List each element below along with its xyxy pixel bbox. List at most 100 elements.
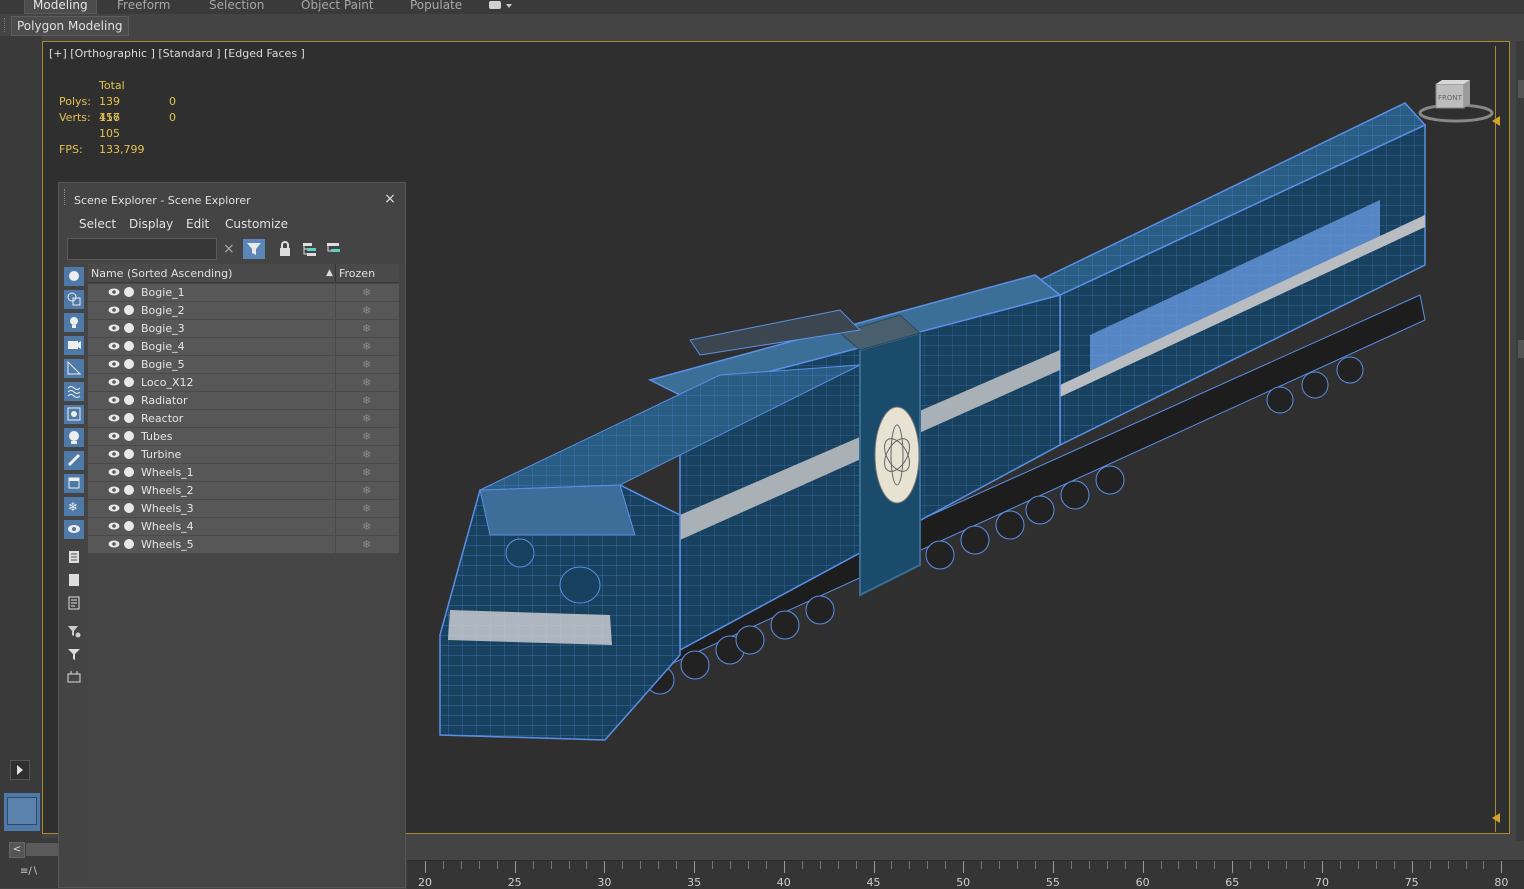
render-toggle-icon[interactable] <box>124 431 134 441</box>
right-panel-button[interactable] <box>1518 80 1524 98</box>
visibility-eye-icon[interactable] <box>108 413 120 423</box>
list-item[interactable]: Bogie_3 ❄ <box>88 320 399 338</box>
frozen-toggle-icon[interactable]: ❄ <box>362 394 371 407</box>
timeline-ruler[interactable]: 20 25 30 35 40 45 50 55 60 65 70 75 80 <box>407 860 1524 889</box>
list-item[interactable]: Turbine ❄ <box>88 446 399 464</box>
tab-populate[interactable]: Populate <box>410 0 462 13</box>
visibility-eye-icon[interactable] <box>108 341 120 351</box>
search-input[interactable] <box>67 238 217 260</box>
frozen-toggle-icon[interactable]: ❄ <box>362 520 371 533</box>
render-toggle-icon[interactable] <box>124 539 134 549</box>
list-item[interactable]: Bogie_4 ❄ <box>88 338 399 356</box>
list-item[interactable]: Wheels_2 ❄ <box>88 482 399 500</box>
frozen-toggle-icon[interactable]: ❄ <box>362 358 371 371</box>
list-item[interactable]: Loco_X12 ❄ <box>88 374 399 392</box>
menu-display[interactable]: Display <box>129 217 173 231</box>
list-item[interactable]: Bogie_5 ❄ <box>88 356 399 374</box>
tab-freeform[interactable]: Freeform <box>117 0 170 13</box>
frozen-filter-icon[interactable]: ❄ <box>64 497 84 516</box>
tab-object-paint[interactable]: Object Paint <box>301 0 374 13</box>
render-toggle-icon[interactable] <box>124 341 134 351</box>
close-icon[interactable]: × <box>383 192 397 206</box>
visibility-eye-icon[interactable] <box>108 377 120 387</box>
list-item[interactable]: Reactor ❄ <box>88 410 399 428</box>
tab-polygon-modeling[interactable]: Polygon Modeling <box>11 16 129 36</box>
render-toggle-icon[interactable] <box>124 377 134 387</box>
visibility-eye-icon[interactable] <box>108 287 120 297</box>
render-toggle-icon[interactable] <box>124 287 134 297</box>
render-toggle-icon[interactable] <box>124 413 134 423</box>
containers-filter-icon[interactable] <box>64 474 84 493</box>
render-toggle-icon[interactable] <box>124 485 134 495</box>
frozen-toggle-icon[interactable]: ❄ <box>362 286 371 299</box>
tab-modeling[interactable]: Modeling <box>24 0 97 14</box>
list-item[interactable]: Wheels_3 ❄ <box>88 500 399 518</box>
frozen-toggle-icon[interactable]: ❄ <box>362 484 371 497</box>
visibility-eye-icon[interactable] <box>108 539 120 549</box>
cameras-filter-icon[interactable] <box>64 336 84 355</box>
render-toggle-icon[interactable] <box>124 359 134 369</box>
filter-options-icon[interactable] <box>64 622 84 641</box>
helpers-filter-icon[interactable] <box>64 359 84 378</box>
filter-toggle-button[interactable] <box>243 239 265 259</box>
column-frozen-header[interactable]: Frozen <box>339 267 375 280</box>
list-item[interactable]: Wheels_5 ❄ <box>88 536 399 554</box>
display-none-icon[interactable] <box>64 571 84 590</box>
lights-filter-icon[interactable] <box>64 313 84 332</box>
frozen-toggle-icon[interactable]: ❄ <box>362 412 371 425</box>
render-toggle-icon[interactable] <box>124 503 134 513</box>
hidden-filter-icon[interactable] <box>64 520 84 539</box>
filter-icon[interactable] <box>64 645 84 664</box>
column-divider[interactable] <box>335 264 336 282</box>
visibility-eye-icon[interactable] <box>108 305 120 315</box>
render-toggle-icon[interactable] <box>124 323 134 333</box>
scene-explorer-titlebar[interactable]: Scene Explorer - Scene Explorer × <box>59 183 405 209</box>
frozen-toggle-icon[interactable]: ❄ <box>362 466 371 479</box>
geometry-filter-icon[interactable] <box>64 267 84 286</box>
render-toggle-icon[interactable] <box>124 521 134 531</box>
list-item[interactable]: Radiator ❄ <box>88 392 399 410</box>
select-children-icon[interactable] <box>64 668 84 687</box>
list-item[interactable]: Wheels_4 ❄ <box>88 518 399 536</box>
menu-edit[interactable]: Edit <box>186 217 209 231</box>
viewcube[interactable]: FRONT <box>1416 78 1494 124</box>
list-item[interactable]: Bogie_2 ❄ <box>88 302 399 320</box>
column-name-header[interactable]: Name (Sorted Ascending) <box>91 267 232 280</box>
right-panel-button[interactable] <box>1518 340 1524 358</box>
viewport-layout-button[interactable] <box>4 793 40 831</box>
frozen-toggle-icon[interactable]: ❄ <box>362 502 371 515</box>
expand-panel-button[interactable] <box>10 760 30 780</box>
hierarchy-button[interactable] <box>299 239 321 259</box>
bones-filter-icon[interactable] <box>64 451 84 470</box>
visibility-eye-icon[interactable] <box>108 449 120 459</box>
xrefs-filter-icon[interactable] <box>64 428 84 447</box>
groups-filter-icon[interactable] <box>64 405 84 424</box>
frozen-toggle-icon[interactable]: ❄ <box>362 538 371 551</box>
visibility-eye-icon[interactable] <box>108 395 120 405</box>
list-item[interactable]: Tubes ❄ <box>88 428 399 446</box>
grip-handle[interactable] <box>4 18 10 32</box>
display-all-icon[interactable] <box>64 548 84 567</box>
tab-selection[interactable]: Selection <box>209 0 264 13</box>
ribbon-options-dropdown[interactable] <box>487 1 513 11</box>
render-toggle-icon[interactable] <box>124 449 134 459</box>
spacewarps-filter-icon[interactable] <box>64 382 84 401</box>
visibility-eye-icon[interactable] <box>108 521 120 531</box>
frozen-toggle-icon[interactable]: ❄ <box>362 304 371 317</box>
render-toggle-icon[interactable] <box>124 467 134 477</box>
time-slider-handle[interactable] <box>26 843 58 856</box>
menu-select[interactable]: Select <box>79 217 116 231</box>
menu-customize[interactable]: Customize <box>225 217 288 231</box>
frozen-toggle-icon[interactable]: ❄ <box>362 448 371 461</box>
frozen-toggle-icon[interactable]: ❄ <box>362 322 371 335</box>
visibility-eye-icon[interactable] <box>108 323 120 333</box>
render-toggle-icon[interactable] <box>124 395 134 405</box>
grip-handle[interactable] <box>64 189 68 205</box>
frozen-toggle-icon[interactable]: ❄ <box>362 430 371 443</box>
locomotive-model[interactable] <box>420 95 1440 745</box>
visibility-eye-icon[interactable] <box>108 503 120 513</box>
display-invert-icon[interactable] <box>64 594 84 613</box>
layer-hierarchy-button[interactable] <box>323 239 345 259</box>
visibility-eye-icon[interactable] <box>108 467 120 477</box>
frozen-toggle-icon[interactable]: ❄ <box>362 340 371 353</box>
